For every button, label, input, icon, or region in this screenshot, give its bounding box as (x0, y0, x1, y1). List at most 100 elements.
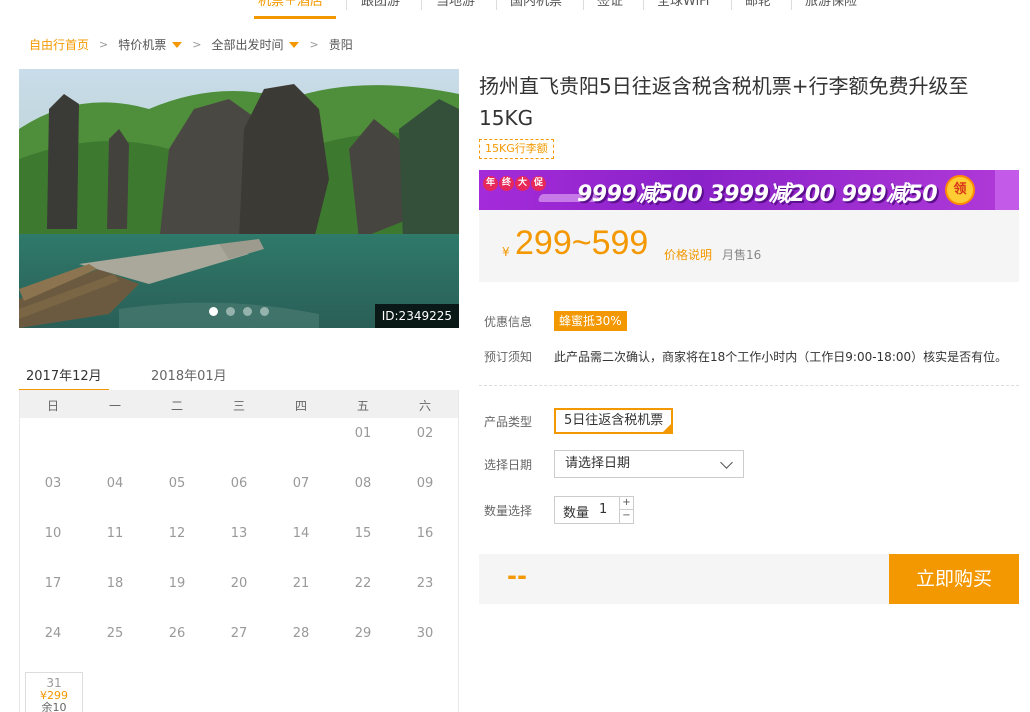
breadcrumb-departure-time-label: 全部出发时间 (211, 38, 284, 52)
calendar-day: 01 (354, 426, 372, 441)
tab-2017-12[interactable]: 2017年12月 (26, 365, 102, 384)
product-title: 扬州直飞贵阳5日往返含税含税机票+行李额免费升级至15KG (479, 74, 969, 130)
buy-now-button[interactable]: 立即购买 (889, 554, 1019, 604)
top-nav: 机票＋酒店 跟团游 当地游 国内机票 签证 全球WiFi 邮轮 旅游保险 (0, 0, 1030, 20)
calendar-day: 23 (416, 576, 434, 591)
carousel-dot[interactable] (243, 307, 252, 316)
calendar-day: 30 (416, 626, 434, 641)
calendar-day: 24 (44, 626, 62, 641)
chevron-down-icon (720, 456, 733, 469)
selected-check-icon: ✓ (661, 422, 674, 441)
caret-down-icon (172, 42, 183, 48)
nav-active-underline (254, 16, 336, 19)
plus-icon[interactable]: + (619, 497, 633, 510)
calendar-day: 14 (292, 526, 310, 541)
carousel-dots (209, 307, 269, 316)
total-price: -- (507, 562, 527, 590)
weekday-mon: 一 (108, 399, 121, 413)
minus-icon[interactable]: − (619, 510, 633, 523)
promo-char: 大 (515, 176, 530, 191)
nav-divider (791, 0, 792, 10)
weekday-sun: 日 (46, 399, 59, 413)
calendar-day: 07 (292, 476, 310, 491)
nav-divider (421, 0, 422, 10)
quantity-stepper[interactable]: 数量 1 + − (554, 496, 634, 524)
weekday-fri: 五 (356, 399, 369, 413)
product-type-option[interactable]: 5日往返含税机票 ✓ (554, 408, 674, 441)
quantity-inner-label: 数量 (563, 506, 590, 521)
promo-banner[interactable]: 年 终 大 促 9999减500 3999减200 999减50 领 (479, 170, 1019, 210)
nav-item-cruise[interactable]: 邮轮 (745, 0, 771, 12)
product-type-label: 产品类型 (484, 415, 533, 429)
promo-deals-text: 9999减500 3999减200 999减50 (577, 182, 938, 207)
price-box: ¥ 299~599 价格说明 月售16 (479, 210, 1019, 282)
product-type-value: 5日往返含税机票 (564, 413, 664, 428)
date-select-value: 请选择日期 (565, 456, 631, 471)
image-id-label: ID:2349225 (374, 304, 459, 328)
calendar-day: 15 (354, 526, 372, 541)
nav-item-local-tour[interactable]: 当地游 (436, 0, 475, 12)
calendar-day: 29 (354, 626, 372, 641)
breadcrumb-destination: 贵阳 (328, 38, 353, 52)
calendar-day: 11 (106, 526, 124, 541)
buy-bar: -- 立即购买 (479, 554, 1019, 604)
calendar-day: 13 (230, 526, 248, 541)
nav-divider (643, 0, 644, 10)
promo-label: 优惠信息 (484, 315, 533, 329)
calendar-day: 20 (230, 576, 248, 591)
nav-divider (731, 0, 732, 10)
breadcrumb-home-link[interactable]: 自由行首页 (29, 36, 89, 53)
calendar-day: 26 (168, 626, 186, 641)
weekday-wed: 三 (232, 399, 245, 413)
currency-symbol: ¥ (502, 245, 510, 259)
price-range: 299~599 (515, 224, 649, 262)
calendar-day: 21 (292, 576, 310, 591)
chevron-right-icon: > (309, 38, 319, 51)
caret-down-icon (289, 42, 300, 48)
breadcrumb-cheap-tickets-dropdown[interactable]: 特价机票 (118, 36, 183, 53)
nav-item-domestic-flights[interactable]: 国内机票 (510, 0, 562, 12)
calendar-day: 08 (354, 476, 372, 491)
tab-2018-01[interactable]: 2018年01月 (151, 365, 227, 384)
carousel-dot[interactable] (260, 307, 269, 316)
nav-item-flight-hotel[interactable]: 机票＋酒店 (258, 0, 323, 12)
carousel-dot[interactable] (226, 307, 235, 316)
calendar-day-number: 31 (46, 676, 62, 690)
carousel-dot[interactable] (209, 307, 218, 316)
calendar-day-available[interactable]: 31 ¥299 余10 (25, 672, 83, 712)
nav-item-wifi[interactable]: 全球WiFi (657, 0, 709, 12)
weekday-thu: 四 (294, 399, 307, 413)
product-photo[interactable]: ID:2349225 (19, 69, 459, 328)
calendar-day: 02 (416, 426, 434, 441)
quantity-label: 数量选择 (484, 504, 533, 518)
calendar-day: 19 (168, 576, 186, 591)
promo-char: 终 (499, 176, 514, 191)
notice-label: 预订须知 (484, 350, 533, 364)
baggage-tag: 15KG行李额 (479, 139, 554, 159)
breadcrumb-departure-time-dropdown[interactable]: 全部出发时间 (211, 36, 300, 53)
calendar-day: 27 (230, 626, 248, 641)
nav-item-visa[interactable]: 签证 (597, 0, 623, 12)
coupon-coin-icon: 领 (945, 175, 975, 205)
promo-badge-chars: 年 终 大 促 (483, 176, 546, 191)
breadcrumb-cheap-tickets-label: 特价机票 (118, 38, 167, 52)
breadcrumb: 自由行首页 > 特价机票 > 全部出发时间 > 贵阳 (29, 36, 353, 53)
calendar-day: 10 (44, 526, 62, 541)
date-label: 选择日期 (484, 458, 533, 472)
date-select[interactable]: 请选择日期 (554, 450, 744, 478)
calendar-day: 28 (292, 626, 310, 641)
calendar-day: 09 (416, 476, 434, 491)
nav-item-group-tour[interactable]: 跟团游 (361, 0, 400, 12)
calendar-weekday-header: 日 一 二 三 四 五 六 (20, 390, 458, 418)
banner-decoration (995, 170, 1019, 210)
weekday-sat: 六 (418, 399, 431, 413)
quantity-value[interactable]: 1 (599, 502, 607, 517)
calendar-day: 12 (168, 526, 186, 541)
nav-divider (346, 0, 347, 10)
price-explain-link[interactable]: 价格说明 (664, 246, 712, 263)
promo-badge: 蜂蜜抵30% (554, 311, 627, 331)
calendar-day: 05 (168, 476, 186, 491)
chevron-right-icon: > (192, 38, 202, 51)
nav-item-insurance[interactable]: 旅游保险 (805, 0, 857, 12)
promo-char: 年 (483, 176, 498, 191)
